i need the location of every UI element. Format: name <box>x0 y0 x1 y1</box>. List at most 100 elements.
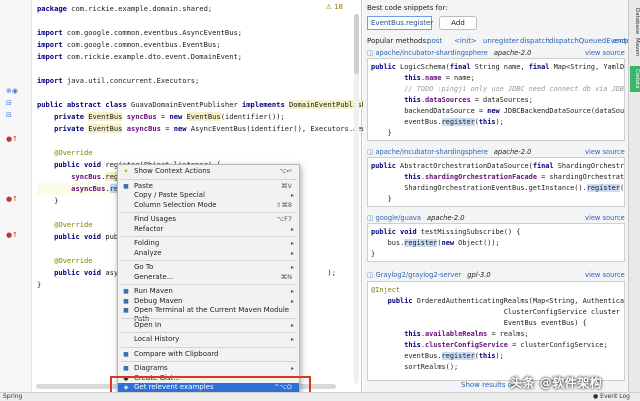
menu-generate[interactable]: Generate... ⌘N <box>118 273 299 282</box>
code-line[interactable]: private EventBus syncBus = new EventBus(… <box>37 111 285 123</box>
scrollbar-thumb[interactable] <box>354 14 359 74</box>
popular-method-link[interactable]: post <box>427 37 442 45</box>
override-gutter-icon[interactable]: ●↑ <box>6 195 18 203</box>
code-line[interactable]: @Override <box>37 255 92 267</box>
snippet-token: public void <box>371 228 421 236</box>
repo-link[interactable]: Graylog2/graylog2-server <box>375 271 461 279</box>
code-line[interactable]: } <box>37 195 58 207</box>
code-token: = <box>156 112 170 121</box>
snippet-code-box[interactable]: @Inject public OrderedAuthenticatingReal… <box>367 281 625 381</box>
menu-analyze[interactable]: Analyze ▸ <box>118 249 299 258</box>
editor-gutter[interactable]: ⊕◉ ⊟ ⊟ ●↑ ●↑ ●↑ <box>0 0 32 392</box>
field-gutter-icon: ⊟ <box>6 99 12 107</box>
menu-paste[interactable]: ■ Paste ⌘V <box>118 182 299 191</box>
menu-open-terminal[interactable]: ■ Open Terminal at the Current Maven Modu… <box>118 306 299 323</box>
menu-copy-paste-special[interactable]: Copy / Paste Special ▸ <box>118 191 299 200</box>
code-line[interactable]: @Override <box>37 219 92 231</box>
menu-column-selection-mode[interactable]: Column Selection Mode ⇧⌘8 <box>118 201 299 210</box>
code-token: = <box>160 124 174 133</box>
status-left-text[interactable]: Spring <box>3 393 22 400</box>
repo-link[interactable]: apache/incubator-shardingsphere <box>375 148 487 156</box>
menu-go-to[interactable]: Go To ▸ <box>118 263 299 272</box>
menu-debug-maven[interactable]: ■ Debug Maven ▸ <box>118 297 299 306</box>
view-source-link[interactable]: view source <box>585 213 625 223</box>
repo-link[interactable]: apache/incubator-shardingsphere <box>375 49 487 57</box>
menu-item-label: Compare with Clipboard <box>134 349 219 358</box>
event-log-button[interactable]: ● Event Log <box>593 393 630 401</box>
submenu-arrow-icon: ▸ <box>290 297 294 305</box>
submenu-arrow-icon: ▸ <box>290 249 294 257</box>
menu-local-history[interactable]: Local History ▸ <box>118 335 299 344</box>
tab-codota[interactable]: Codota <box>630 66 640 92</box>
snippet-token: = clusterConfigService; <box>507 341 608 349</box>
snippet-line: this.dataSources = dataSources; <box>371 95 533 106</box>
override-gutter-icon[interactable]: ●↑ <box>6 135 18 143</box>
code-token: private <box>54 112 89 121</box>
snippet-code-box[interactable]: public void testMissingSubscribe() { bus… <box>367 223 625 262</box>
snippet-line: public LogicSchema(final String name, fi… <box>371 62 625 73</box>
implement-gutter-icon[interactable]: ⊕◉ <box>6 87 18 95</box>
show-results-link[interactable]: Show results on <box>461 381 517 389</box>
menu-item-label: Show Context Actions <box>134 167 211 175</box>
snippet-token: this <box>624 184 625 192</box>
menu-item-label: Column Selection Mode <box>134 200 217 209</box>
code-line[interactable]: private EventBus asyncBus = new AsyncEve… <box>37 123 400 135</box>
menu-open-in[interactable]: Open In ▸ <box>118 321 299 330</box>
add-button[interactable]: Add <box>439 16 477 30</box>
snippet-token: = shardingOrchestrationFa <box>541 173 625 181</box>
submenu-arrow-icon: ▸ <box>290 192 294 199</box>
repo-link[interactable]: google/guava <box>375 214 421 222</box>
snippet-token: AbstractOrchestrationDataSource( <box>400 162 533 170</box>
snippet-token: Map<String, YamlDataSou <box>553 63 625 71</box>
code-token: import <box>37 52 67 61</box>
snippet-code-box[interactable]: public LogicSchema(final String name, fi… <box>367 58 625 141</box>
code-line[interactable]: } <box>37 279 41 291</box>
code-line[interactable]: package com.rickie.example.domain.shared… <box>37 3 212 15</box>
context-menu: ✦ Show Context Actions ⌥↩ ■ Paste ⌘V Copy / Pa… <box>117 164 300 394</box>
menu-separator <box>121 236 296 237</box>
snippet-token: clusterConfigService <box>424 341 508 349</box>
snippet-token: this <box>404 74 421 82</box>
snippet-line: this.shardingOrchestrationFacade = shard… <box>371 172 625 183</box>
menu-compare-clipboard[interactable]: ■ Compare with Clipboard <box>118 350 299 359</box>
code-line[interactable]: import com.google.common.eventbus.EventB… <box>37 39 221 51</box>
maven-debug-icon: ■ <box>123 297 129 305</box>
snippet-token <box>371 85 404 93</box>
search-query-chip[interactable]: EventBus.register <box>367 16 433 30</box>
status-bar: Spring ● Event Log <box>0 392 640 401</box>
popular-method-link[interactable]: <init> <box>454 37 477 45</box>
menu-folding[interactable]: Folding ▸ <box>118 239 299 248</box>
code-line[interactable]: @Override <box>37 147 92 159</box>
snippet-token: OrderedAuthenticatingRealms(Map<String, … <box>416 297 625 305</box>
code-line[interactable]: import com.rickie.example.dto.event.Doma… <box>37 51 242 63</box>
menu-show-context-actions[interactable]: ✦ Show Context Actions ⌥↩ <box>118 167 299 176</box>
popular-method-link[interactable]: dispatch <box>520 37 550 45</box>
menu-shortcut: ⌥↩ <box>279 167 292 175</box>
snippet-token: new <box>487 107 504 115</box>
view-source-link[interactable]: view source <box>585 147 625 157</box>
menu-item-label: Diagrams <box>134 364 168 372</box>
popular-method-link[interactable]: unregister <box>483 37 519 45</box>
snippet-line: } <box>371 194 392 205</box>
menu-diagrams[interactable]: ■ Diagrams ▸ <box>118 364 299 373</box>
view-source-link[interactable]: view source <box>585 270 625 280</box>
menu-refactor[interactable]: Refactor ▸ <box>118 225 299 234</box>
menu-find-usages[interactable]: Find Usages ⌥F7 <box>118 215 299 224</box>
override-gutter-icon[interactable]: ●↑ <box>6 231 18 239</box>
snippet-code-box[interactable]: public AbstractOrchestrationDataSource(f… <box>367 157 625 207</box>
tab-database[interactable]: Database <box>630 8 640 34</box>
code-line[interactable]: import com.google.common.eventbus.AsyncE… <box>37 27 242 39</box>
watermark-text: 头条 @软件架构 <box>510 376 603 390</box>
menu-run-maven[interactable]: ■ Run Maven ▸ <box>118 287 299 296</box>
submenu-arrow-icon: ▸ <box>290 365 294 372</box>
code-line[interactable]: public abstract class GuavaDomainEventPu… <box>37 99 379 111</box>
code-line[interactable]: import java.util.concurrent.Executors; <box>37 75 199 87</box>
snippet-token: this <box>404 341 421 349</box>
view-source-link[interactable]: view source <box>585 48 625 58</box>
menu-separator <box>121 284 296 285</box>
code-line[interactable]: public void publi <box>37 231 127 243</box>
warning-count-badge[interactable]: ⚠ 18 <box>326 3 343 11</box>
snippet-line: this.name = name; <box>371 73 475 84</box>
tab-maven[interactable]: Maven <box>630 36 640 58</box>
